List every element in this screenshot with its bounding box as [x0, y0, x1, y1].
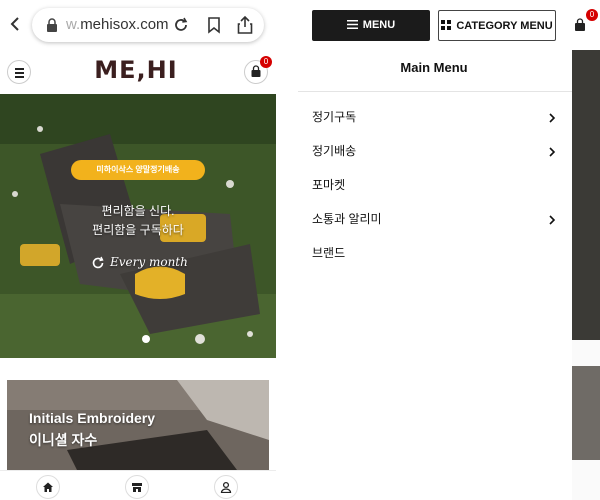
background-page-edge: 0: [572, 0, 600, 500]
menu-item-subscription[interactable]: 정기구독: [312, 104, 560, 128]
lock-icon: [46, 18, 58, 32]
refresh-icon: [91, 256, 105, 270]
store-icon[interactable]: [125, 475, 149, 499]
background-promo-photo: [572, 366, 600, 460]
carousel-dot[interactable]: [142, 335, 150, 343]
menu-item-label: 포마켓: [312, 178, 346, 192]
menu-item-label: 정기구독: [312, 110, 357, 124]
menu-button-label: MENU: [362, 19, 396, 31]
promo-card[interactable]: Initials Embroidery 이니셜 자수: [7, 380, 269, 470]
menu-item-delivery[interactable]: 정기배송: [312, 138, 560, 162]
main-menu-title: Main Menu: [400, 60, 468, 75]
mobile-page: w.mehisox.com ME,HI 0 미하이삭스 양말정기배송 편리함을 …: [0, 0, 276, 500]
menu-item-notice[interactable]: 소통과 알리미: [312, 206, 560, 230]
chevron-right-icon: [548, 110, 556, 123]
menu-item-label: 소통과 알리미: [312, 212, 382, 226]
hero-headline-1: 편리함을 신다.: [101, 204, 175, 218]
menu-item-label: 브랜드: [312, 246, 346, 260]
promo-subtitle: 이니셜 자수: [29, 432, 98, 448]
url-text[interactable]: w.mehisox.com: [66, 16, 169, 33]
cart-count-badge: 0: [260, 56, 272, 68]
menu-button[interactable]: MENU: [312, 10, 430, 41]
hero-every-month: Every month: [110, 255, 188, 269]
site-header: ME,HI 0: [0, 50, 276, 94]
hamburger-icon[interactable]: [7, 60, 31, 84]
menu-item-brand[interactable]: 브랜드: [312, 240, 560, 264]
background-header: 0: [572, 0, 600, 50]
back-icon[interactable]: [6, 14, 26, 34]
cart-icon: [575, 18, 585, 31]
menu-drawer: MENU CATEGORY MENU Main Menu 정기구독 정기배송 포…: [298, 0, 572, 500]
hero-badge: 미하이삭스 양말정기배송: [71, 160, 205, 180]
category-menu-button[interactable]: CATEGORY MENU: [438, 10, 556, 41]
site-logo[interactable]: ME,HI: [86, 56, 186, 84]
menu-item-label: 정기배송: [312, 144, 357, 158]
menu-divider: [298, 91, 572, 92]
bottom-nav: [0, 470, 276, 500]
chevron-right-icon: [548, 144, 556, 157]
hero-banner[interactable]: 미하이삭스 양말정기배송 편리함을 신다. 편리함을 구독하다 Every mo…: [0, 94, 276, 358]
browser-toolbar: w.mehisox.com: [0, 0, 276, 50]
hero-headline-2: 편리함을 구독하다: [92, 223, 184, 237]
hamburger-icon: [346, 20, 358, 29]
promo-title: Initials Embroidery: [29, 410, 156, 426]
category-menu-label: CATEGORY MENU: [456, 20, 553, 32]
background-hero-photo: [572, 50, 600, 340]
chevron-right-icon: [548, 212, 556, 225]
menu-item-market[interactable]: 포마켓: [312, 172, 560, 196]
cart-count-badge: 0: [586, 9, 598, 21]
user-icon[interactable]: [214, 475, 238, 499]
grid-icon: [441, 20, 452, 30]
bookmark-icon[interactable]: [206, 16, 222, 34]
panel-gap: [276, 0, 298, 500]
reload-icon[interactable]: [172, 16, 190, 34]
home-icon[interactable]: [36, 475, 60, 499]
address-bar[interactable]: w.mehisox.com: [32, 8, 264, 42]
share-icon[interactable]: [236, 15, 254, 35]
